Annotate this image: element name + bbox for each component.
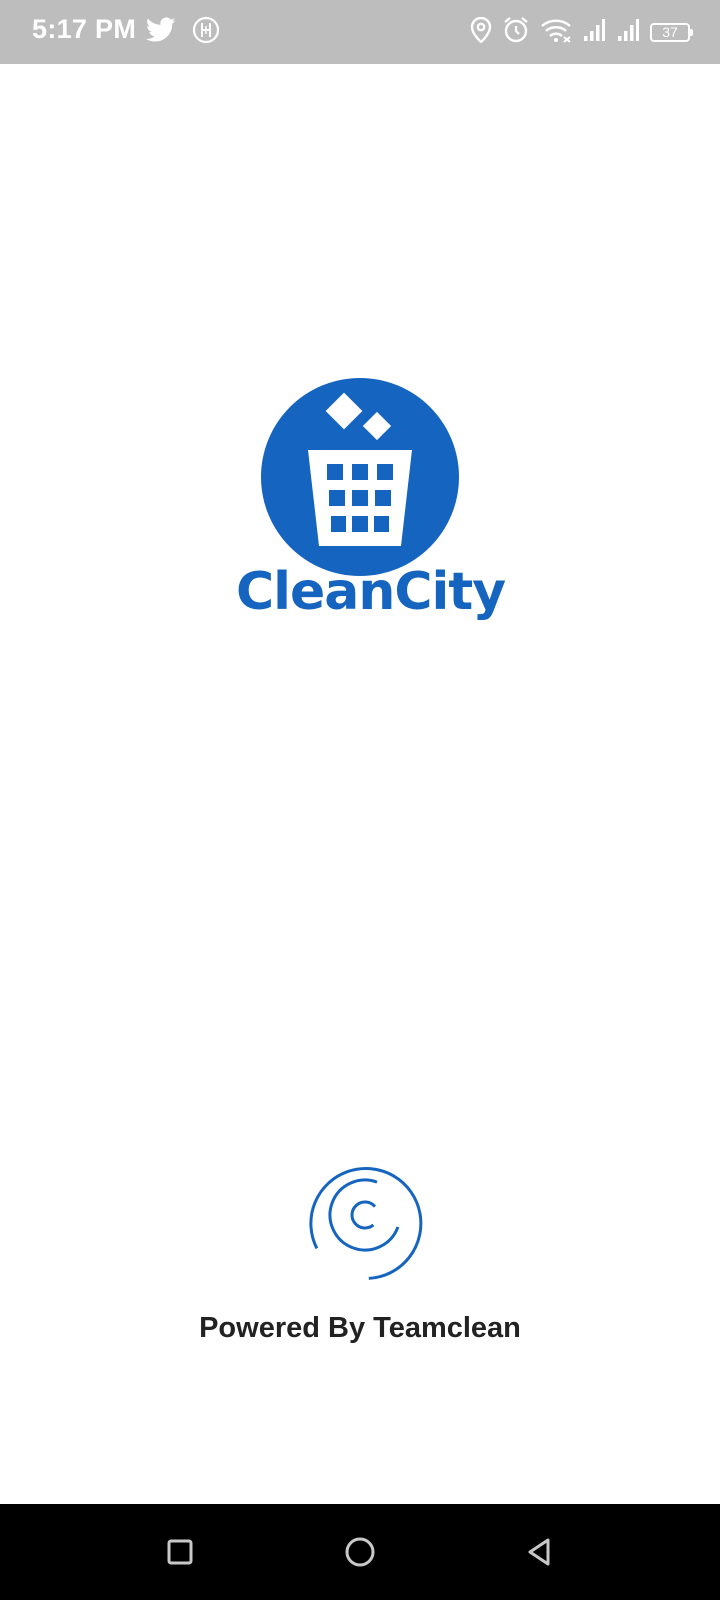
location-icon (470, 16, 492, 48)
home-button[interactable] (334, 1526, 386, 1578)
status-left-icons (145, 16, 220, 49)
signal-icon (582, 18, 606, 47)
signal-icon (616, 18, 640, 47)
back-triangle-icon (528, 1538, 550, 1566)
circle-icon (345, 1537, 375, 1567)
navigation-bar (0, 1504, 720, 1600)
twitter-icon (145, 17, 176, 48)
app-logo: CleanCity (236, 370, 506, 646)
notification-app-icon (192, 16, 220, 49)
square-icon (167, 1539, 193, 1565)
splash-screen: 5:17 PM 37 CleanCity Powered By Teamclea… (0, 0, 720, 1600)
loading-spinner (309, 1167, 423, 1280)
back-button[interactable] (514, 1526, 566, 1578)
status-bar: 5:17 PM 37 (0, 0, 720, 64)
battery-level: 37 (662, 24, 678, 40)
alarm-icon (502, 16, 530, 49)
recent-apps-button[interactable] (154, 1526, 206, 1578)
status-time: 5:17 PM (32, 14, 137, 44)
powered-by-text: Powered By Teamclean (199, 1312, 521, 1344)
wifi-icon (540, 17, 572, 48)
app-name: CleanCity (236, 562, 506, 622)
battery-icon: 37 (650, 22, 693, 42)
trash-bin-icon (261, 378, 459, 576)
status-right-icons: 37 (470, 16, 693, 49)
